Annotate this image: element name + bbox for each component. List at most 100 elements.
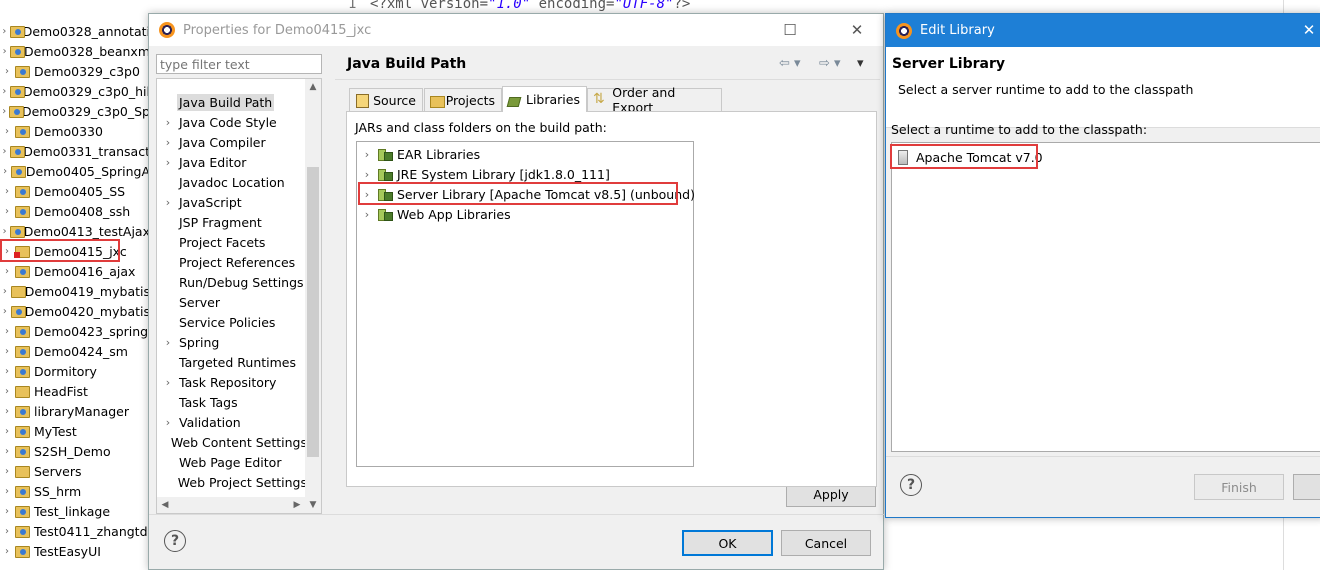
nav-item[interactable]: Server — [157, 292, 307, 312]
nav-item[interactable]: Javadoc Location — [157, 172, 307, 192]
chevron-right-icon[interactable]: › — [157, 116, 179, 129]
library-item[interactable]: › JRE System Library [jdk1.8.0_111] — [357, 164, 610, 184]
vertical-scrollbar[interactable]: ▲ ▼ — [305, 79, 321, 513]
chevron-right-icon[interactable]: › — [0, 226, 9, 237]
scroll-right-icon[interactable]: ▶ — [289, 497, 305, 513]
nav-item[interactable]: › Spring — [157, 332, 307, 352]
project-item[interactable]: › Demo0405_SS — [0, 181, 150, 201]
project-item[interactable]: › Demo0328_annotati — [0, 21, 150, 41]
chevron-right-icon[interactable]: › — [0, 166, 10, 177]
nav-item[interactable]: Project Facets — [157, 232, 307, 252]
project-item[interactable]: › Demo0329_c3p0 — [0, 61, 150, 81]
chevron-right-icon[interactable]: › — [0, 66, 14, 77]
chevron-right-icon[interactable]: › — [0, 546, 14, 557]
project-item[interactable]: › Test_linkage — [0, 501, 150, 521]
cancel-button[interactable]: Cancel — [781, 530, 871, 556]
forward-icon[interactable]: ⇨ ▾ — [819, 56, 841, 71]
project-item[interactable]: › Test0411_zhangtd — [0, 521, 150, 541]
nav-item[interactable]: Web Page Editor — [157, 452, 307, 472]
chevron-right-icon[interactable]: › — [0, 106, 8, 117]
chevron-right-icon[interactable]: › — [0, 346, 14, 357]
maximize-icon[interactable]: ☐ — [767, 14, 813, 46]
tab-order-and-export[interactable]: Order and Export — [587, 85, 722, 115]
library-item[interactable]: › EAR Libraries — [357, 144, 480, 164]
project-item[interactable]: › Demo0413_testAjax — [0, 221, 150, 241]
nav-item[interactable]: › Validation — [157, 412, 307, 432]
chevron-right-icon[interactable]: › — [0, 486, 14, 497]
library-item[interactable]: › Web App Libraries — [357, 204, 511, 224]
chevron-right-icon[interactable]: › — [157, 196, 179, 209]
chevron-right-icon[interactable]: › — [0, 526, 14, 537]
chevron-right-icon[interactable]: › — [0, 466, 14, 477]
project-item[interactable]: › Demo0329_c3p0_hil — [0, 81, 150, 101]
chevron-right-icon[interactable]: › — [0, 286, 10, 297]
chevron-right-icon[interactable]: › — [0, 386, 14, 397]
chevron-right-icon[interactable]: › — [0, 126, 14, 137]
nav-item[interactable]: Project References — [157, 252, 307, 272]
help-icon[interactable]: ? — [900, 474, 922, 496]
finish-button[interactable]: Finish — [1194, 474, 1284, 500]
scroll-down-icon[interactable]: ▼ — [305, 497, 321, 513]
chevron-right-icon[interactable]: › — [157, 156, 179, 169]
chevron-right-icon[interactable]: › — [157, 376, 179, 389]
chevron-right-icon[interactable]: › — [0, 326, 14, 337]
nav-item[interactable]: Task Tags — [157, 392, 307, 412]
edit-library-title-bar[interactable]: Edit Library ✕ — [886, 14, 1320, 47]
chevron-right-icon[interactable]: › — [0, 446, 14, 457]
nav-item[interactable]: Java Build Path — [157, 92, 307, 112]
project-item[interactable]: › HeadFist — [0, 381, 150, 401]
chevron-right-icon[interactable]: › — [0, 86, 9, 97]
close-icon[interactable]: ✕ — [834, 14, 880, 46]
cancel-button[interactable] — [1293, 474, 1320, 500]
project-item[interactable]: › libraryManager — [0, 401, 150, 421]
tab-source[interactable]: Source — [349, 88, 423, 111]
project-item[interactable]: › Demo0330 — [0, 121, 150, 141]
nav-item[interactable]: › Java Compiler — [157, 132, 307, 152]
chevron-right-icon[interactable]: › — [157, 336, 179, 349]
chevron-right-icon[interactable]: › — [0, 306, 10, 317]
view-menu-icon[interactable]: ▾ — [857, 56, 864, 71]
horizontal-scrollbar[interactable]: ◀ ▶ — [157, 497, 305, 513]
chevron-right-icon[interactable]: › — [0, 366, 14, 377]
project-item[interactable]: › Demo0405_SpringA — [0, 161, 150, 181]
chevron-right-icon[interactable]: › — [0, 186, 14, 197]
nav-item[interactable]: › JavaScript — [157, 192, 307, 212]
runtime-list[interactable]: Apache Tomcat v7.0 — [890, 142, 1320, 452]
project-item[interactable]: › Demo0328_beanxm — [0, 41, 150, 61]
project-item[interactable]: › Demo0329_c3p0_Sp — [0, 101, 150, 121]
nav-item[interactable]: Web Project Settings — [157, 472, 307, 492]
project-item[interactable]: › Dormitory — [0, 361, 150, 381]
scroll-up-icon[interactable]: ▲ — [305, 79, 321, 95]
nav-item[interactable]: Service Policies — [157, 312, 307, 332]
back-icon[interactable]: ⇦ ▾ — [779, 56, 801, 71]
project-item[interactable]: › Demo0331_transact — [0, 141, 150, 161]
project-item[interactable]: › S2SH_Demo — [0, 441, 150, 461]
properties-title-bar[interactable]: Properties for Demo0415_jxc ☐ ✕ — [149, 14, 883, 46]
project-item[interactable]: › MyTest — [0, 421, 150, 441]
chevron-right-icon[interactable]: › — [0, 46, 9, 57]
project-item[interactable]: › Demo0408_ssh — [0, 201, 150, 221]
chevron-right-icon[interactable]: › — [357, 148, 377, 161]
chevron-right-icon[interactable]: › — [0, 206, 14, 217]
chevron-right-icon[interactable]: › — [0, 266, 14, 277]
chevron-right-icon[interactable]: › — [357, 208, 377, 221]
library-tree[interactable]: › EAR Libraries › JRE System Library [jdk1.… — [356, 141, 695, 467]
project-item[interactable]: › Servers — [0, 461, 150, 481]
nav-item[interactable]: Web Content Settings — [157, 432, 307, 452]
chevron-right-icon[interactable]: › — [157, 416, 179, 429]
project-item[interactable]: › Demo0424_sm — [0, 341, 150, 361]
close-icon[interactable]: ✕ — [1286, 14, 1320, 46]
nav-item[interactable]: Targeted Runtimes — [157, 352, 307, 372]
chevron-right-icon[interactable]: › — [0, 26, 9, 37]
filter-input[interactable] — [156, 54, 322, 74]
project-item[interactable]: › Demo0419_mybatis — [0, 281, 150, 301]
scroll-thumb[interactable] — [307, 167, 319, 457]
chevron-right-icon[interactable]: › — [0, 146, 9, 157]
project-item[interactable]: › Demo0416_ajax — [0, 261, 150, 281]
tab-libraries[interactable]: Libraries — [502, 86, 587, 112]
nav-item[interactable]: Run/Debug Settings — [157, 272, 307, 292]
chevron-right-icon[interactable]: › — [0, 406, 14, 417]
chevron-right-icon[interactable]: › — [0, 426, 14, 437]
nav-item[interactable]: JSP Fragment — [157, 212, 307, 232]
chevron-right-icon[interactable]: › — [0, 506, 14, 517]
